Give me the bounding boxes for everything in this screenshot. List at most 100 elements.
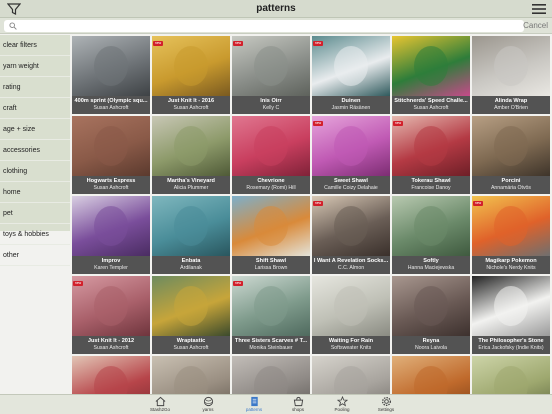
filter-yarn-weight[interactable]: yarn weight bbox=[0, 56, 70, 77]
pattern-tile[interactable]: new I Want A Revelation Socks... C.C. Almo… bbox=[312, 196, 390, 274]
photo-detail bbox=[254, 206, 288, 246]
top-bar: patterns bbox=[0, 0, 552, 18]
filter-pet[interactable]: pet bbox=[0, 203, 70, 224]
pattern-tile[interactable]: Waiting For Rain Softsweater Knits bbox=[312, 276, 390, 354]
pattern-tile[interactable]: new Just Knit It - 2012 Susan Ashcroft bbox=[72, 276, 150, 354]
pattern-designer: Susan Ashcroft bbox=[413, 105, 449, 111]
tab-yarns[interactable]: yarns bbox=[188, 396, 228, 414]
app-window: patterns Cancel clear filters yarn weigh… bbox=[0, 0, 552, 414]
pattern-name: Softly bbox=[423, 258, 439, 264]
photo-detail bbox=[494, 126, 528, 166]
pattern-tile[interactable]: Shift Shawl Larissa Brown bbox=[232, 196, 310, 274]
photo-detail bbox=[94, 206, 128, 246]
photo-detail bbox=[174, 46, 208, 86]
pattern-tile[interactable]: Enbata Ardilanak bbox=[152, 196, 230, 274]
tab-settings[interactable]: Settings bbox=[366, 396, 406, 414]
pattern-caption: Just Knit It - 2016 Susan Ashcroft bbox=[152, 96, 230, 114]
cancel-button[interactable]: Cancel bbox=[523, 21, 548, 30]
photo-detail bbox=[254, 286, 288, 326]
tab-stash2go[interactable]: Stash2Go bbox=[140, 396, 180, 414]
pattern-grid: 400m sprint (Olympic squ... Susan Ashcrof… bbox=[72, 36, 550, 414]
pattern-caption: Just Knit It - 2012 Susan Ashcroft bbox=[72, 336, 150, 354]
hamburger-menu-icon[interactable] bbox=[532, 3, 546, 15]
filter-toys-hobbies[interactable]: toys & hobbies bbox=[0, 224, 70, 245]
pattern-tile[interactable]: Hogwarts Express Susan Ashcroft bbox=[72, 116, 150, 194]
tab-patterns[interactable]: patterns bbox=[234, 396, 274, 414]
filter-home[interactable]: home bbox=[0, 182, 70, 203]
pattern-caption: Improv Karen Templer bbox=[72, 256, 150, 274]
new-badge: new bbox=[233, 41, 243, 46]
filter-age-size[interactable]: age + size bbox=[0, 119, 70, 140]
pattern-book-icon bbox=[250, 396, 258, 407]
photo-detail bbox=[174, 206, 208, 246]
pattern-name: Just Knit It - 2016 bbox=[167, 98, 215, 104]
pattern-tile[interactable]: Reyna Noora Laivola bbox=[392, 276, 470, 354]
pattern-name: Sweet Shawl bbox=[334, 178, 368, 184]
pattern-caption: The Philosopher's Stone Erica Jackofsky (… bbox=[472, 336, 550, 354]
pattern-name: I Want A Revelation Socks... bbox=[313, 258, 389, 264]
pattern-name: Inis Oirr bbox=[260, 98, 282, 104]
filter-clear-filters[interactable]: clear filters bbox=[0, 35, 70, 56]
pattern-designer: Monika Steinbauer bbox=[249, 345, 293, 351]
pattern-caption: Three Sisters Scarves # T... Monika Stein… bbox=[232, 336, 310, 354]
new-badge: new bbox=[153, 41, 163, 46]
pattern-designer: Kelly C bbox=[262, 105, 280, 111]
pattern-tile[interactable]: Stitchnerds' Speed Challe... Susan Ashcro… bbox=[392, 36, 470, 114]
tab-label: patterns bbox=[245, 407, 263, 412]
pattern-name: Stitchnerds' Speed Challe... bbox=[394, 98, 468, 104]
pattern-designer: Noora Laivola bbox=[414, 345, 447, 351]
pattern-tile[interactable]: Softly Hanna Maciejewska bbox=[392, 196, 470, 274]
pattern-caption: Softly Hanna Maciejewska bbox=[392, 256, 470, 274]
pattern-caption: Duinen Jasmin Räsänen bbox=[312, 96, 390, 114]
filter-accessories[interactable]: accessories bbox=[0, 140, 70, 161]
pattern-tile[interactable]: Wraptastic Susan Ashcroft bbox=[152, 276, 230, 354]
pattern-tile[interactable]: Porcini Annamária Ötvös bbox=[472, 116, 550, 194]
pattern-designer: Susan Ashcroft bbox=[93, 185, 129, 191]
pattern-name: Alinda Wrap bbox=[494, 98, 528, 104]
search-input[interactable] bbox=[4, 20, 524, 32]
pattern-designer: Francoise Danoy bbox=[411, 185, 451, 191]
pattern-designer: Rosemary (Romi) Hill bbox=[246, 185, 296, 191]
pattern-caption: Porcini Annamária Ötvös bbox=[472, 176, 550, 194]
photo-detail bbox=[414, 206, 448, 246]
pattern-designer: Amber O'Brien bbox=[494, 105, 528, 111]
pattern-name: 400m sprint (Olympic squ... bbox=[74, 98, 148, 104]
filter-clothing[interactable]: clothing bbox=[0, 161, 70, 182]
filter-rating[interactable]: rating bbox=[0, 77, 70, 98]
pattern-tile[interactable]: new Three Sisters Scarves # T... Monika St… bbox=[232, 276, 310, 354]
pattern-caption: Magikarp Pokemon Nichole's Nerdy Knits bbox=[472, 256, 550, 274]
pattern-tile[interactable]: new Duinen Jasmin Räsänen bbox=[312, 36, 390, 114]
pattern-name: Hogwarts Express bbox=[86, 178, 136, 184]
photo-detail bbox=[254, 126, 288, 166]
pattern-tile[interactable]: new Just Knit It - 2016 Susan Ashcroft bbox=[152, 36, 230, 114]
pattern-caption: Tokerau Shawl Francoise Danoy bbox=[392, 176, 470, 194]
pattern-name: Just Knit It - 2012 bbox=[87, 338, 135, 344]
bottom-tab-bar: Stash2Go yarns patterns shops Pooling Se… bbox=[0, 394, 552, 414]
pattern-caption: Enbata Ardilanak bbox=[152, 256, 230, 274]
tab-pooling[interactable]: Pooling bbox=[322, 396, 362, 414]
pattern-designer: Susan Ashcroft bbox=[173, 345, 209, 351]
new-badge: new bbox=[73, 281, 83, 286]
pattern-tile[interactable]: Chevrione Rosemary (Romi) Hill bbox=[232, 116, 310, 194]
pattern-name: Reyna bbox=[422, 338, 440, 344]
tab-shops[interactable]: shops bbox=[278, 396, 318, 414]
pattern-tile[interactable]: new Sweet Shawl Camille Coizy Delahaie bbox=[312, 116, 390, 194]
pattern-tile[interactable]: Martha's Vineyard Alicia Plummer bbox=[152, 116, 230, 194]
pattern-tile[interactable]: Improv Karen Templer bbox=[72, 196, 150, 274]
pattern-tile[interactable]: new Tokerau Shawl Francoise Danoy bbox=[392, 116, 470, 194]
pattern-caption: Stitchnerds' Speed Challe... Susan Ashcro… bbox=[392, 96, 470, 114]
pattern-designer: Karen Templer bbox=[94, 265, 128, 271]
pattern-tile[interactable]: new Magikarp Pokemon Nichole's Nerdy Knits bbox=[472, 196, 550, 274]
pattern-caption: 400m sprint (Olympic squ... Susan Ashcrof… bbox=[72, 96, 150, 114]
pattern-caption: Sweet Shawl Camille Coizy Delahaie bbox=[312, 176, 390, 194]
filter-craft[interactable]: craft bbox=[0, 98, 70, 119]
new-badge: new bbox=[393, 121, 403, 126]
pattern-designer: Susan Ashcroft bbox=[93, 345, 129, 351]
pattern-caption: Waiting For Rain Softsweater Knits bbox=[312, 336, 390, 354]
pattern-tile[interactable]: 400m sprint (Olympic squ... Susan Ashcrof… bbox=[72, 36, 150, 114]
pattern-tile[interactable]: Alinda Wrap Amber O'Brien bbox=[472, 36, 550, 114]
pattern-tile[interactable]: The Philosopher's Stone Erica Jackofsky (… bbox=[472, 276, 550, 354]
filter-other[interactable]: other bbox=[0, 245, 70, 266]
pattern-caption: Reyna Noora Laivola bbox=[392, 336, 470, 354]
pattern-tile[interactable]: new Inis Oirr Kelly C bbox=[232, 36, 310, 114]
